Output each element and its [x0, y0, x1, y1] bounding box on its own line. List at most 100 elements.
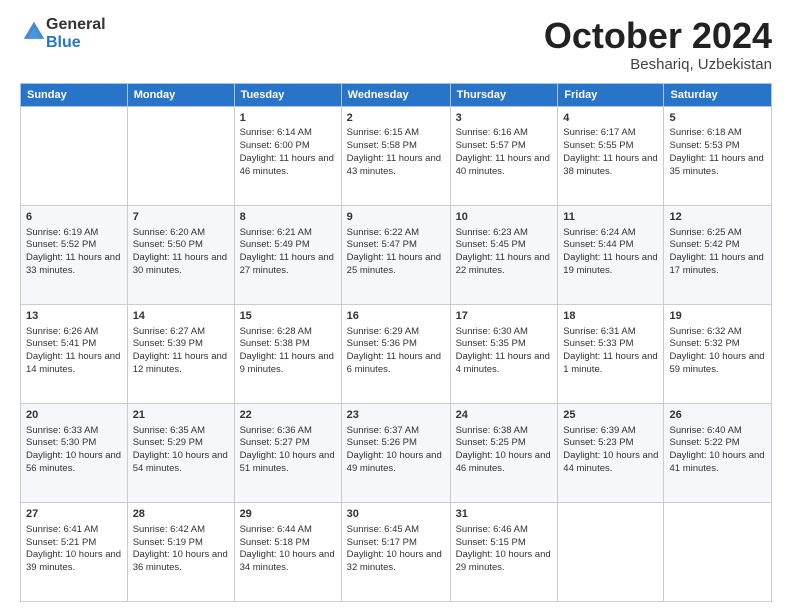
day-info: Sunrise: 6:26 AM Sunset: 5:41 PM Dayligh…: [26, 326, 122, 377]
day-info: Sunrise: 6:23 AM Sunset: 5:45 PM Dayligh…: [456, 227, 553, 278]
day-info: Sunrise: 6:38 AM Sunset: 5:25 PM Dayligh…: [456, 425, 553, 476]
day-number: 13: [26, 309, 122, 324]
day-info: Sunrise: 6:16 AM Sunset: 5:57 PM Dayligh…: [456, 127, 553, 178]
logo-blue: Blue: [46, 34, 81, 51]
day-info: Sunrise: 6:32 AM Sunset: 5:32 PM Dayligh…: [669, 326, 766, 377]
calendar-cell: 15 Sunrise: 6:28 AM Sunset: 5:38 PM Dayli…: [234, 304, 341, 403]
day-number: 2: [347, 111, 445, 126]
day-info: Sunrise: 6:45 AM Sunset: 5:17 PM Dayligh…: [347, 524, 445, 575]
day-number: 16: [347, 309, 445, 324]
day-number: 9: [347, 210, 445, 225]
calendar-cell: 30 Sunrise: 6:45 AM Sunset: 5:17 PM Dayli…: [341, 502, 450, 601]
day-info: Sunrise: 6:30 AM Sunset: 5:35 PM Dayligh…: [456, 326, 553, 377]
calendar-cell: 24Sunrise: 6:38 AM Sunset: 5:25 PM Dayli…: [450, 403, 558, 502]
day-number: 11: [563, 210, 658, 225]
day-number: 22: [240, 408, 336, 423]
month-title: October 2024: [544, 16, 772, 56]
calendar-cell: 11 Sunrise: 6:24 AM Sunset: 5:44 PM Dayli…: [558, 205, 664, 304]
calendar-cell: 26 Sunrise: 6:40 AM Sunset: 5:22 PM Dayli…: [664, 403, 772, 502]
calendar-cell: [127, 106, 234, 205]
calendar-cell: 10Sunrise: 6:23 AM Sunset: 5:45 PM Dayli…: [450, 205, 558, 304]
col-wednesday: Wednesday: [341, 83, 450, 106]
day-number: 27: [26, 507, 122, 522]
day-info: Sunrise: 6:31 AM Sunset: 5:33 PM Dayligh…: [563, 326, 658, 377]
calendar-cell: 21 Sunrise: 6:35 AM Sunset: 5:29 PM Dayli…: [127, 403, 234, 502]
header-row: Sunday Monday Tuesday Wednesday Thursday…: [21, 83, 772, 106]
day-number: 23: [347, 408, 445, 423]
calendar-body: 1Sunrise: 6:14 AM Sunset: 6:00 PM Daylig…: [21, 106, 772, 601]
day-info: Sunrise: 6:44 AM Sunset: 5:18 PM Dayligh…: [240, 524, 336, 575]
day-number: 8: [240, 210, 336, 225]
day-info: Sunrise: 6:35 AM Sunset: 5:29 PM Dayligh…: [133, 425, 229, 476]
calendar-cell: 25Sunrise: 6:39 AM Sunset: 5:23 PM Dayli…: [558, 403, 664, 502]
day-info: Sunrise: 6:33 AM Sunset: 5:30 PM Dayligh…: [26, 425, 122, 476]
title-block: October 2024 Beshariq, Uzbekistan: [544, 16, 772, 73]
day-info: Sunrise: 6:40 AM Sunset: 5:22 PM Dayligh…: [669, 425, 766, 476]
day-info: Sunrise: 6:42 AM Sunset: 5:19 PM Dayligh…: [133, 524, 229, 575]
day-info: Sunrise: 6:17 AM Sunset: 5:55 PM Dayligh…: [563, 127, 658, 178]
calendar-week-3: 13 Sunrise: 6:26 AM Sunset: 5:41 PM Dayli…: [21, 304, 772, 403]
calendar-cell: [558, 502, 664, 601]
calendar-cell: 16 Sunrise: 6:29 AM Sunset: 5:36 PM Dayli…: [341, 304, 450, 403]
day-info: Sunrise: 6:29 AM Sunset: 5:36 PM Dayligh…: [347, 326, 445, 377]
location: Beshariq, Uzbekistan: [544, 56, 772, 73]
calendar-cell: 8 Sunrise: 6:21 AM Sunset: 5:49 PM Daylig…: [234, 205, 341, 304]
day-info: Sunrise: 6:24 AM Sunset: 5:44 PM Dayligh…: [563, 227, 658, 278]
day-info: Sunrise: 6:22 AM Sunset: 5:47 PM Dayligh…: [347, 227, 445, 278]
calendar-cell: 20 Sunrise: 6:33 AM Sunset: 5:30 PM Dayli…: [21, 403, 128, 502]
calendar-cell: 29 Sunrise: 6:44 AM Sunset: 5:18 PM Dayli…: [234, 502, 341, 601]
page: General Blue October 2024 Beshariq, Uzbe…: [0, 0, 792, 612]
calendar-cell: 9 Sunrise: 6:22 AM Sunset: 5:47 PM Daylig…: [341, 205, 450, 304]
day-number: 26: [669, 408, 766, 423]
day-info: Sunrise: 6:21 AM Sunset: 5:49 PM Dayligh…: [240, 227, 336, 278]
logo-icon: [22, 20, 46, 44]
calendar-cell: 13 Sunrise: 6:26 AM Sunset: 5:41 PM Dayli…: [21, 304, 128, 403]
calendar-cell: 12Sunrise: 6:25 AM Sunset: 5:42 PM Dayli…: [664, 205, 772, 304]
calendar-header: Sunday Monday Tuesday Wednesday Thursday…: [21, 83, 772, 106]
calendar-cell: 6 Sunrise: 6:19 AM Sunset: 5:52 PM Daylig…: [21, 205, 128, 304]
day-number: 20: [26, 408, 122, 423]
header: General Blue October 2024 Beshariq, Uzbe…: [20, 16, 772, 73]
calendar-cell: 1Sunrise: 6:14 AM Sunset: 6:00 PM Daylig…: [234, 106, 341, 205]
calendar-cell: 4Sunrise: 6:17 AM Sunset: 5:55 PM Daylig…: [558, 106, 664, 205]
calendar-cell: 28 Sunrise: 6:42 AM Sunset: 5:19 PM Dayli…: [127, 502, 234, 601]
day-number: 31: [456, 507, 553, 522]
calendar-week-5: 27Sunrise: 6:41 AM Sunset: 5:21 PM Dayli…: [21, 502, 772, 601]
calendar-cell: [21, 106, 128, 205]
day-info: Sunrise: 6:25 AM Sunset: 5:42 PM Dayligh…: [669, 227, 766, 278]
col-sunday: Sunday: [21, 83, 128, 106]
col-friday: Friday: [558, 83, 664, 106]
day-number: 4: [563, 111, 658, 126]
calendar: Sunday Monday Tuesday Wednesday Thursday…: [20, 83, 772, 602]
day-number: 17: [456, 309, 553, 324]
calendar-cell: [664, 502, 772, 601]
col-tuesday: Tuesday: [234, 83, 341, 106]
day-number: 5: [669, 111, 766, 126]
day-number: 6: [26, 210, 122, 225]
calendar-cell: 19Sunrise: 6:32 AM Sunset: 5:32 PM Dayli…: [664, 304, 772, 403]
day-number: 21: [133, 408, 229, 423]
calendar-week-1: 1Sunrise: 6:14 AM Sunset: 6:00 PM Daylig…: [21, 106, 772, 205]
day-number: 18: [563, 309, 658, 324]
day-number: 30: [347, 507, 445, 522]
day-number: 29: [240, 507, 336, 522]
calendar-cell: 7Sunrise: 6:20 AM Sunset: 5:50 PM Daylig…: [127, 205, 234, 304]
col-saturday: Saturday: [664, 83, 772, 106]
day-info: Sunrise: 6:28 AM Sunset: 5:38 PM Dayligh…: [240, 326, 336, 377]
calendar-cell: 2Sunrise: 6:15 AM Sunset: 5:58 PM Daylig…: [341, 106, 450, 205]
day-info: Sunrise: 6:36 AM Sunset: 5:27 PM Dayligh…: [240, 425, 336, 476]
day-info: Sunrise: 6:37 AM Sunset: 5:26 PM Dayligh…: [347, 425, 445, 476]
day-info: Sunrise: 6:20 AM Sunset: 5:50 PM Dayligh…: [133, 227, 229, 278]
day-info: Sunrise: 6:18 AM Sunset: 5:53 PM Dayligh…: [669, 127, 766, 178]
calendar-cell: 3Sunrise: 6:16 AM Sunset: 5:57 PM Daylig…: [450, 106, 558, 205]
day-number: 15: [240, 309, 336, 324]
day-number: 28: [133, 507, 229, 522]
calendar-cell: 5Sunrise: 6:18 AM Sunset: 5:53 PM Daylig…: [664, 106, 772, 205]
calendar-cell: 23 Sunrise: 6:37 AM Sunset: 5:26 PM Dayli…: [341, 403, 450, 502]
calendar-cell: 14Sunrise: 6:27 AM Sunset: 5:39 PM Dayli…: [127, 304, 234, 403]
day-number: 1: [240, 111, 336, 126]
calendar-cell: 31Sunrise: 6:46 AM Sunset: 5:15 PM Dayli…: [450, 502, 558, 601]
day-info: Sunrise: 6:19 AM Sunset: 5:52 PM Dayligh…: [26, 227, 122, 278]
day-number: 3: [456, 111, 553, 126]
calendar-cell: 18 Sunrise: 6:31 AM Sunset: 5:33 PM Dayli…: [558, 304, 664, 403]
